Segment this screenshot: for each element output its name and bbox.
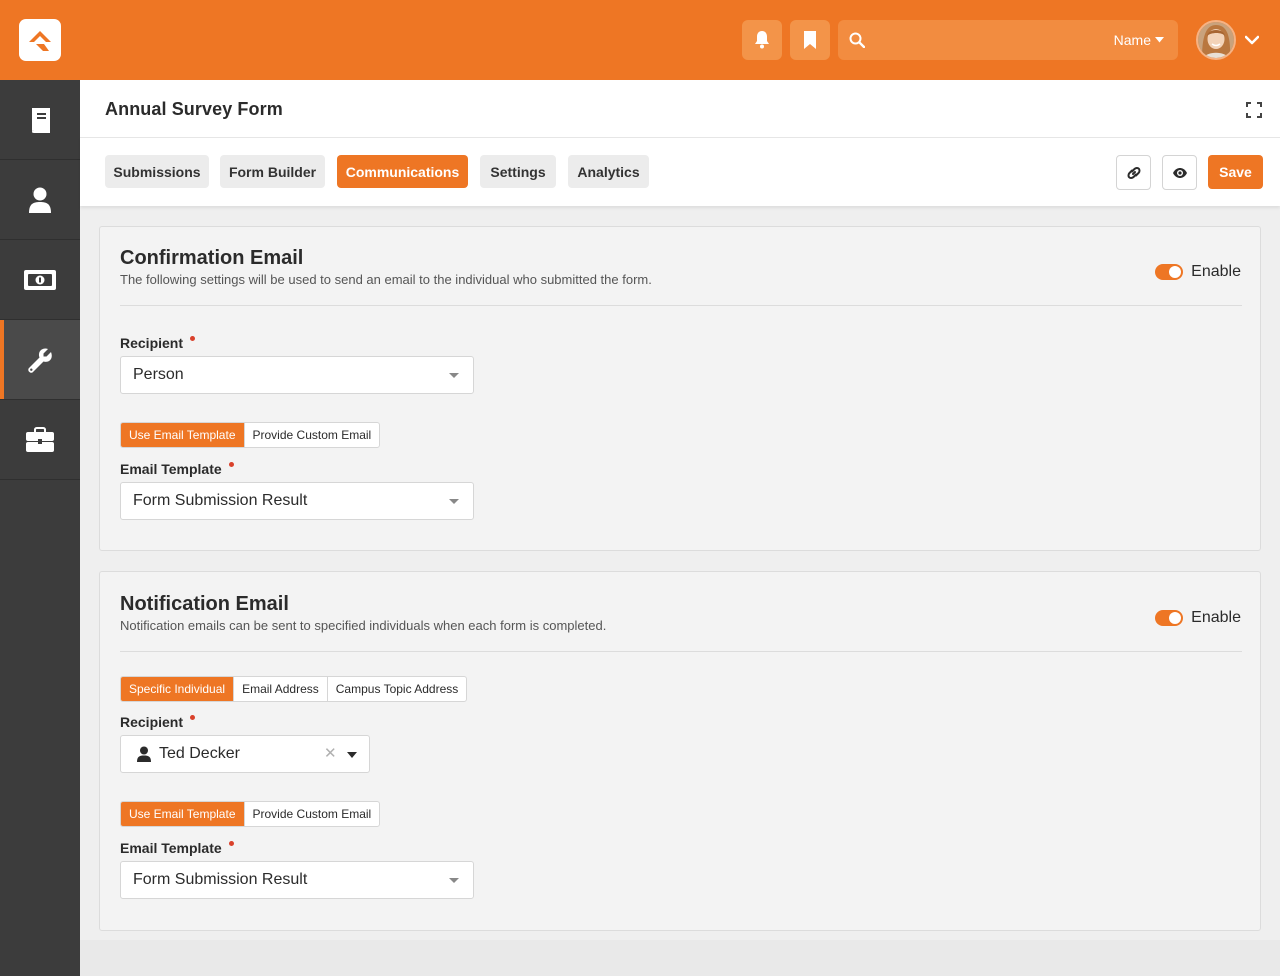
logo-icon: [29, 31, 51, 51]
divider: [120, 305, 1242, 306]
recipient-select[interactable]: Person: [120, 356, 474, 394]
notification-email-description: Notification emails can be sent to speci…: [120, 618, 607, 633]
notifications-button[interactable]: [742, 20, 782, 60]
recipient-name: Ted Decker: [159, 745, 240, 762]
user-photo: [1198, 22, 1234, 58]
divider: [120, 651, 1242, 652]
provide-custom-email-button[interactable]: Provide Custom Email: [243, 802, 380, 826]
confirmation-email-panel: Confirmation Email The following setting…: [99, 226, 1261, 551]
link-icon: [1126, 166, 1141, 179]
specific-individual-button[interactable]: Specific Individual: [121, 677, 234, 701]
user-menu-toggle[interactable]: [1244, 32, 1260, 50]
search-icon: [848, 31, 866, 49]
rock-logo[interactable]: [19, 19, 61, 61]
avatar[interactable]: [1196, 20, 1236, 60]
chevron-down-icon: [1244, 35, 1260, 45]
book-icon: [32, 107, 50, 133]
clear-icon[interactable]: ✕: [324, 746, 337, 761]
caret-down-icon: [449, 373, 459, 378]
email-template-label-text: Email Template: [120, 461, 222, 477]
tab-submissions[interactable]: Submissions: [105, 155, 209, 188]
campus-topic-address-button[interactable]: Campus Topic Address: [326, 677, 467, 701]
toggle-switch[interactable]: [1155, 264, 1184, 280]
tab-bar: Submissions Form Builder Communications …: [80, 138, 1280, 206]
required-indicator: [190, 715, 196, 720]
page-footer: [80, 940, 1280, 976]
money-icon: [24, 269, 56, 290]
email-template-select[interactable]: Form Submission Result: [120, 482, 474, 520]
page-title: Annual Survey Form: [105, 99, 283, 119]
required-indicator: [228, 462, 234, 467]
search-scope-label: Name: [1113, 32, 1151, 48]
destination-type-toggle: Specific Individual Email Address Campus…: [120, 676, 468, 702]
use-email-template-button[interactable]: Use Email Template: [121, 802, 244, 826]
search-bar: Name: [838, 20, 1178, 60]
preview-button[interactable]: [1162, 155, 1197, 190]
sidebar-item-people[interactable]: [0, 160, 80, 240]
email-address-button[interactable]: Email Address: [233, 677, 327, 701]
notification-enable-toggle[interactable]: Enable: [1155, 609, 1241, 627]
main-content: Annual Survey Form Submissions Form Buil…: [80, 80, 1280, 976]
caret-down-icon: [449, 499, 459, 504]
person-icon: [29, 187, 51, 213]
page-header: Annual Survey Form: [80, 80, 1280, 138]
email-template-label-text: Email Template: [120, 840, 222, 856]
email-template-label: Email Template: [120, 461, 234, 477]
sidebar-item-finance[interactable]: [0, 240, 80, 320]
confirmation-email-description: The following settings will be used to s…: [120, 272, 652, 287]
fullscreen-button[interactable]: [1246, 102, 1262, 118]
recipient-label: Recipient: [120, 714, 196, 730]
sidebar-item-admin-tools[interactable]: [0, 320, 80, 400]
required-indicator: [190, 336, 196, 341]
sidebar: [0, 80, 80, 976]
sidebar-item-content[interactable]: [0, 80, 80, 160]
tab-analytics[interactable]: Analytics: [568, 155, 649, 188]
email-source-toggle: Use Email Template Provide Custom Email: [120, 801, 381, 827]
search-input[interactable]: [874, 32, 1114, 48]
expand-icon: [1246, 102, 1262, 118]
bookmarks-button[interactable]: [790, 20, 830, 60]
confirmation-email-title: Confirmation Email: [120, 247, 304, 269]
top-bar: Name: [0, 0, 1280, 80]
recipient-person-picker[interactable]: Ted Decker ✕: [120, 735, 370, 773]
required-indicator: [228, 841, 234, 846]
enable-label: Enable: [1191, 263, 1241, 280]
copy-link-button[interactable]: [1116, 155, 1151, 190]
email-source-toggle: Use Email Template Provide Custom Email: [120, 422, 381, 448]
email-template-select[interactable]: Form Submission Result: [120, 861, 474, 899]
email-template-label: Email Template: [120, 840, 234, 856]
provide-custom-email-button[interactable]: Provide Custom Email: [243, 423, 380, 447]
bell-icon: [755, 31, 769, 49]
eye-icon: [1172, 167, 1187, 178]
save-button[interactable]: Save: [1208, 155, 1263, 189]
email-template-select-value: Form Submission Result: [133, 492, 308, 509]
caret-down-icon: [1155, 37, 1164, 43]
search-scope-dropdown[interactable]: Name: [1114, 32, 1164, 48]
email-template-select-value: Form Submission Result: [133, 871, 308, 888]
enable-label: Enable: [1191, 609, 1241, 626]
recipient-label-text: Recipient: [120, 714, 184, 730]
notification-email-title: Notification Email: [120, 593, 289, 615]
wrench-icon: [28, 348, 52, 373]
recipient-select-value: Person: [133, 366, 184, 383]
recipient-label-text: Recipient: [120, 335, 184, 351]
recipient-label: Recipient: [120, 335, 196, 351]
notification-email-panel: Notification Email Notification emails c…: [99, 571, 1261, 931]
tab-communications[interactable]: Communications: [337, 155, 468, 188]
tab-settings[interactable]: Settings: [480, 155, 556, 188]
use-email-template-button[interactable]: Use Email Template: [121, 423, 244, 447]
person-icon: [137, 746, 151, 762]
caret-down-icon: [449, 878, 459, 883]
bookmark-icon: [804, 31, 816, 49]
caret-down-icon[interactable]: [347, 752, 357, 758]
briefcase-icon: [26, 426, 54, 452]
sidebar-item-tools[interactable]: [0, 400, 80, 480]
tab-form-builder[interactable]: Form Builder: [220, 155, 325, 188]
toggle-switch[interactable]: [1155, 610, 1184, 626]
confirmation-enable-toggle[interactable]: Enable: [1155, 263, 1241, 281]
